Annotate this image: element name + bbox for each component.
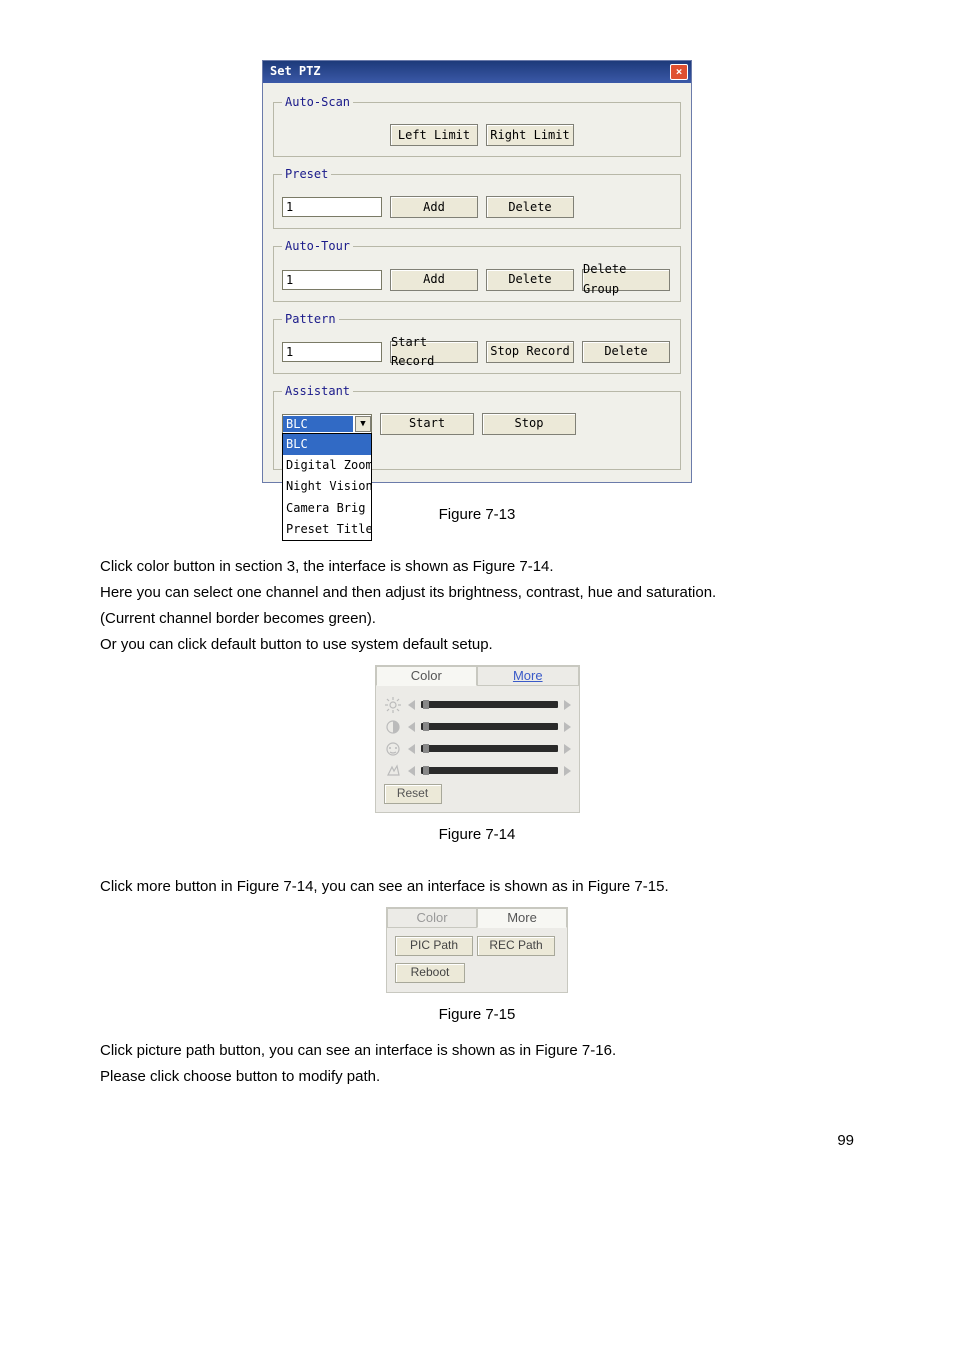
right-limit-button[interactable]: Right Limit — [486, 124, 574, 146]
saturation-icon — [384, 762, 402, 780]
brightness-slider[interactable] — [421, 701, 558, 708]
autotour-delete-button[interactable]: Delete — [486, 269, 574, 291]
reset-button[interactable]: Reset — [384, 784, 442, 804]
hue-row — [384, 740, 571, 758]
paragraph-5: Click more button in Figure 7-14, you ca… — [100, 875, 854, 899]
assistant-selected: BLC — [283, 416, 353, 432]
autotour-delete-group-button[interactable]: Delete Group — [582, 269, 670, 291]
paragraph-6: Click picture path button, you can see a… — [100, 1039, 854, 1063]
decrease-icon[interactable] — [408, 722, 415, 732]
dialog-titlebar: Set PTZ × — [263, 61, 691, 83]
increase-icon[interactable] — [564, 744, 571, 754]
figure-7-15-caption: Figure 7-15 — [100, 1003, 854, 1027]
option-night-vision[interactable]: Night Vision — [283, 476, 371, 497]
pattern-stop-record-button[interactable]: Stop Record — [486, 341, 574, 363]
assistant-dropdown-list[interactable]: BLC Digital Zoom Night Vision Camera Bri… — [282, 433, 372, 541]
preset-input[interactable] — [282, 197, 382, 217]
pic-path-button[interactable]: PIC Path — [395, 936, 473, 956]
option-preset-title[interactable]: Preset Title — [283, 519, 371, 540]
increase-icon[interactable] — [564, 700, 571, 710]
tab-color[interactable]: Color — [376, 666, 478, 686]
rec-path-button[interactable]: REC Path — [477, 936, 555, 956]
preset-legend: Preset — [282, 165, 331, 184]
assistant-start-button[interactable]: Start — [380, 413, 474, 435]
assistant-legend: Assistant — [282, 382, 353, 401]
set-ptz-dialog: Set PTZ × Auto-Scan Left Limit Right Lim… — [262, 60, 692, 483]
autotour-legend: Auto-Tour — [282, 237, 353, 256]
assistant-stop-button[interactable]: Stop — [482, 413, 576, 435]
autoscan-fieldset: Auto-Scan Left Limit Right Limit — [273, 93, 681, 157]
pattern-delete-button[interactable]: Delete — [582, 341, 670, 363]
dialog-title: Set PTZ — [270, 62, 321, 81]
option-camera-brig[interactable]: Camera Brig — [283, 498, 371, 519]
reboot-button[interactable]: Reboot — [395, 963, 465, 983]
paragraph-4: Or you can click default button to use s… — [100, 633, 854, 657]
decrease-icon[interactable] — [408, 700, 415, 710]
more-panel: Color More PIC Path REC Path Reboot — [386, 907, 568, 993]
paragraph-7: Please click choose button to modify pat… — [100, 1065, 854, 1089]
close-button[interactable]: × — [670, 64, 688, 80]
left-limit-button[interactable]: Left Limit — [390, 124, 478, 146]
contrast-icon — [384, 718, 402, 736]
option-digital-zoom[interactable]: Digital Zoom — [283, 455, 371, 476]
figure-7-13-caption: Figure 7-13 — [100, 503, 854, 527]
color-panel: Color More — [375, 665, 580, 813]
preset-delete-button[interactable]: Delete — [486, 196, 574, 218]
close-icon: × — [676, 63, 683, 81]
brightness-row — [384, 696, 571, 714]
autoscan-legend: Auto-Scan — [282, 93, 353, 112]
paragraph-2: Here you can select one channel and then… — [100, 581, 854, 605]
page-number: 99 — [100, 1129, 854, 1153]
saturation-row — [384, 762, 571, 780]
assistant-fieldset: Assistant BLC ▼ BLC Digital Zoom Night V… — [273, 382, 681, 470]
tab-color-inactive[interactable]: Color — [387, 908, 477, 928]
preset-fieldset: Preset Add Delete — [273, 165, 681, 229]
pattern-fieldset: Pattern Start Record Stop Record Delete — [273, 310, 681, 374]
hue-icon — [384, 740, 402, 758]
paragraph-3: (Current channel border becomes green). — [100, 607, 854, 631]
autotour-fieldset: Auto-Tour Add Delete Delete Group — [273, 237, 681, 301]
pattern-input[interactable] — [282, 342, 382, 362]
autotour-add-button[interactable]: Add — [390, 269, 478, 291]
tab-more[interactable]: More — [477, 666, 579, 686]
hue-slider[interactable] — [421, 745, 558, 752]
increase-icon[interactable] — [564, 722, 571, 732]
contrast-slider[interactable] — [421, 723, 558, 730]
preset-add-button[interactable]: Add — [390, 196, 478, 218]
option-blc[interactable]: BLC — [283, 434, 371, 455]
autotour-input[interactable] — [282, 270, 382, 290]
tab-more-active[interactable]: More — [477, 908, 567, 928]
contrast-row — [384, 718, 571, 736]
brightness-icon — [384, 696, 402, 714]
assistant-dropdown[interactable]: BLC ▼ BLC Digital Zoom Night Vision Came… — [282, 414, 372, 434]
chevron-down-icon: ▼ — [355, 416, 371, 432]
decrease-icon[interactable] — [408, 744, 415, 754]
pattern-legend: Pattern — [282, 310, 339, 329]
pattern-start-record-button[interactable]: Start Record — [390, 341, 478, 363]
saturation-slider[interactable] — [421, 767, 558, 774]
increase-icon[interactable] — [564, 766, 571, 776]
figure-7-14-caption: Figure 7-14 — [100, 823, 854, 847]
paragraph-1: Click color button in section 3, the int… — [100, 555, 854, 579]
decrease-icon[interactable] — [408, 766, 415, 776]
